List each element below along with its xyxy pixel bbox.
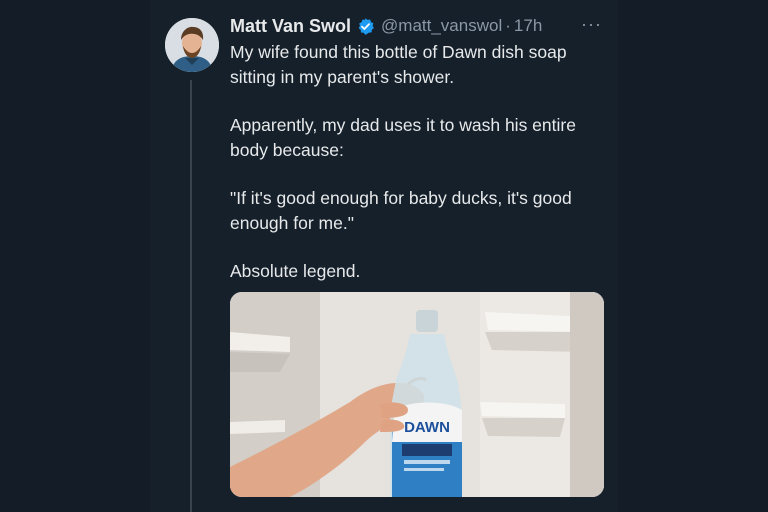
thread-line: [190, 80, 192, 512]
tweet-paragraph-1: My wife found this bottle of Dawn dish s…: [230, 42, 567, 87]
display-name[interactable]: Matt Van Swol: [230, 16, 351, 37]
avatar-image: [165, 18, 219, 72]
tweet-header: Matt Van Swol @matt_vanswol · 17h ···: [230, 14, 608, 38]
tweet-paragraph-2: Apparently, my dad uses it to wash his e…: [230, 115, 576, 160]
bottle-brand-label: DAWN: [404, 419, 450, 436]
screenshot-page: Matt Van Swol @matt_vanswol · 17h ··· My…: [0, 0, 768, 512]
verified-badge-icon: [356, 17, 375, 36]
tweet-paragraph-4: Absolute legend.: [230, 261, 361, 281]
tweet-text: My wife found this bottle of Dawn dish s…: [230, 40, 610, 308]
tweet-card[interactable]: Matt Van Swol @matt_vanswol · 17h ··· My…: [150, 0, 618, 512]
time-separator: ·: [505, 16, 511, 35]
tweet-paragraph-3: "If it's good enough for baby ducks, it'…: [230, 188, 572, 233]
tweet-photo[interactable]: DAWN: [230, 292, 604, 497]
left-margin: [0, 0, 150, 512]
shower-photo: DAWN: [230, 292, 604, 497]
avatar[interactable]: [165, 18, 219, 72]
timestamp[interactable]: 17h: [514, 16, 542, 36]
handle[interactable]: @matt_vanswol: [381, 16, 502, 36]
more-options-icon[interactable]: ···: [581, 14, 602, 35]
right-margin: [618, 0, 768, 512]
